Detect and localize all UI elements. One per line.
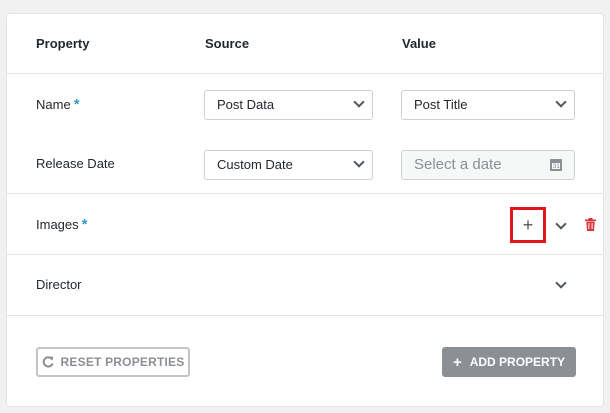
trash-icon[interactable] — [585, 218, 596, 231]
property-label: Director — [36, 277, 82, 292]
table-header: Property Source Value — [7, 14, 603, 74]
chevron-down-icon — [555, 96, 567, 108]
chevron-down-icon — [353, 96, 365, 108]
header-source: Source — [205, 36, 250, 51]
property-row-release-date: Release Date Custom Date Select a date 3… — [7, 134, 603, 194]
chevron-down-icon — [353, 156, 365, 168]
header-value: Value — [402, 36, 436, 51]
chevron-down-icon[interactable] — [555, 277, 567, 289]
property-row-director: Director — [7, 255, 603, 316]
date-picker-input[interactable]: Select a date 31 — [401, 150, 575, 180]
calendar-icon: 31 — [550, 159, 562, 171]
plus-icon: + — [522, 214, 534, 235]
header-property: Property — [36, 36, 90, 51]
reset-properties-button[interactable]: RESET PROPERTIES — [36, 347, 190, 377]
property-label: Name * — [36, 96, 80, 113]
plus-icon: + — [452, 353, 462, 371]
refresh-icon — [42, 356, 54, 368]
required-marker: * — [81, 216, 88, 233]
required-marker: * — [73, 96, 80, 113]
source-select[interactable]: Post Data — [204, 90, 373, 120]
property-label: Release Date — [36, 156, 115, 171]
property-label: Images * — [36, 216, 88, 233]
add-item-button[interactable]: + — [510, 207, 546, 243]
properties-panel: Property Source Value Name * Post Data Po… — [6, 13, 604, 407]
property-row-name: Name * Post Data Post Title — [7, 74, 603, 134]
value-select[interactable]: Post Title — [401, 90, 575, 120]
property-row-images: Images * + — [7, 194, 603, 255]
chevron-down-icon[interactable] — [555, 218, 567, 230]
add-property-button[interactable]: + ADD PROPERTY — [442, 347, 576, 377]
source-select[interactable]: Custom Date — [204, 150, 373, 180]
